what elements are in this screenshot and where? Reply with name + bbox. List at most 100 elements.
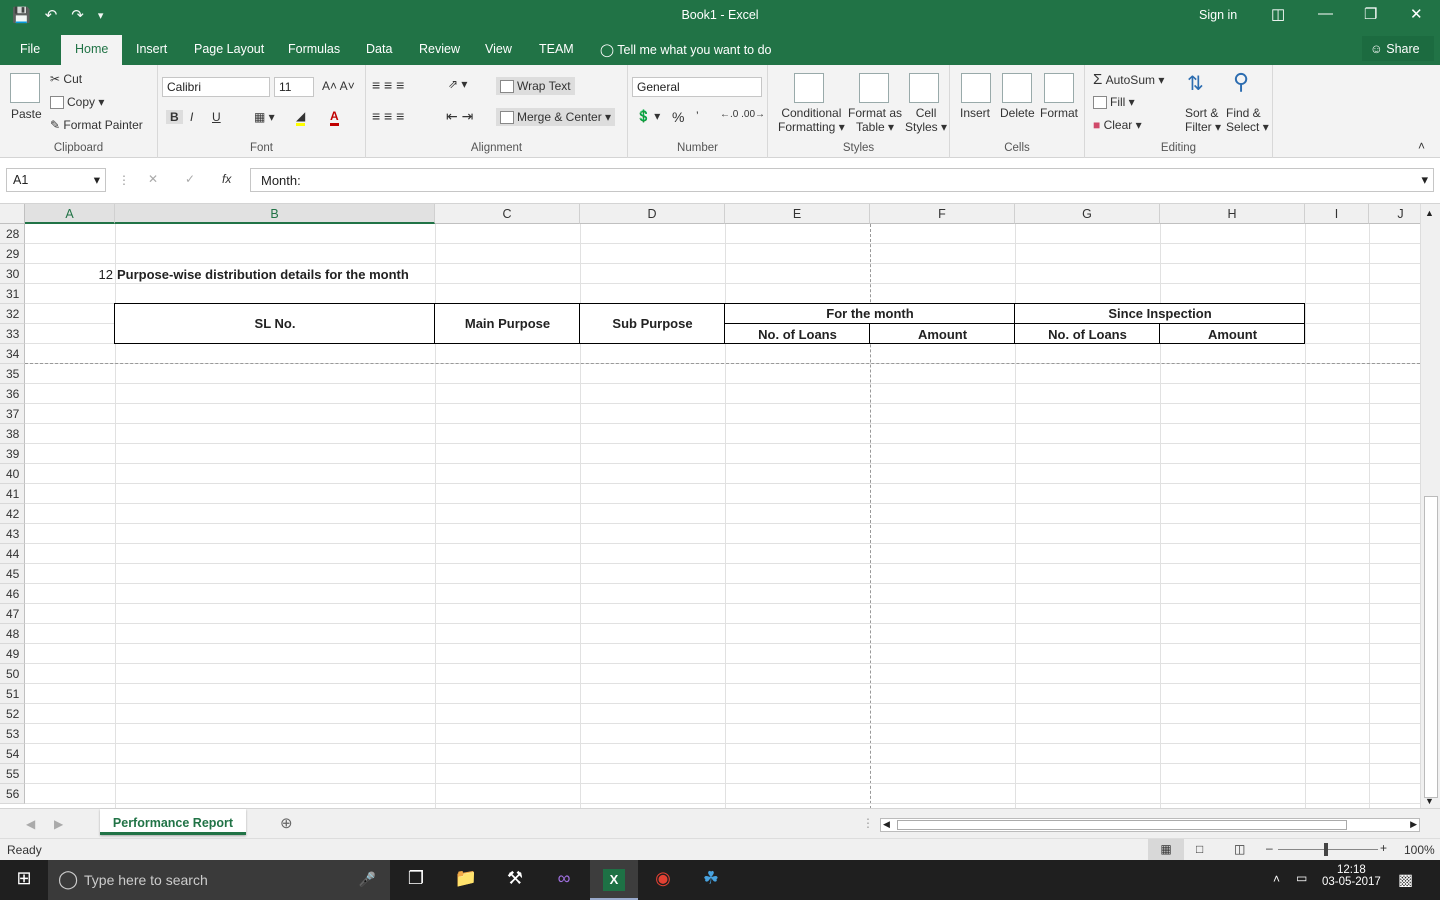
align-left-icon[interactable]: ≡ ≡ ≡: [372, 108, 404, 124]
row-header[interactable]: 28: [0, 224, 25, 244]
scroll-right-icon[interactable]: ▶: [1410, 819, 1417, 830]
sort-filter-icon[interactable]: ⇅: [1187, 71, 1204, 96]
tell-me-box[interactable]: ◯ Tell me what you want to do: [600, 42, 772, 57]
row-header[interactable]: 38: [0, 424, 25, 444]
row-header[interactable]: 29: [0, 244, 25, 264]
zoom-level[interactable]: 100%: [1404, 843, 1435, 857]
share-button[interactable]: ☺ Share: [1362, 36, 1434, 61]
scroll-down-icon[interactable]: ▼: [1425, 796, 1434, 806]
column-header-g[interactable]: G: [1015, 204, 1160, 224]
cell-styles-button[interactable]: Cell Styles ▾: [905, 106, 947, 134]
column-header-i[interactable]: I: [1305, 204, 1369, 224]
cell-since-inspection[interactable]: Since Inspection: [1015, 306, 1305, 321]
chrome-icon[interactable]: ◉: [651, 868, 675, 892]
page-layout-view-icon[interactable]: □: [1196, 842, 1203, 856]
row-header[interactable]: 47: [0, 604, 25, 624]
row-header[interactable]: 49: [0, 644, 25, 664]
page-break-view-icon[interactable]: ◫: [1234, 842, 1245, 856]
cell-sub-purpose[interactable]: Sub Purpose: [580, 316, 725, 331]
column-header-e[interactable]: E: [725, 204, 870, 224]
underline-button[interactable]: U: [212, 110, 221, 124]
paste-icon[interactable]: [10, 73, 40, 103]
cell-for-the-month[interactable]: For the month: [725, 306, 1015, 321]
wrap-text-button[interactable]: Wrap Text: [496, 77, 575, 96]
horizontal-scroll-thumb[interactable]: [897, 820, 1347, 830]
orientation-icon[interactable]: ⇗ ▾: [448, 77, 467, 91]
column-header-h[interactable]: H: [1160, 204, 1305, 224]
tab-team[interactable]: TEAM: [539, 42, 574, 56]
expand-formula-icon[interactable]: ▾: [1421, 172, 1428, 188]
tab-review[interactable]: Review: [419, 42, 460, 56]
insert-function-button[interactable]: fx: [222, 172, 231, 186]
row-header[interactable]: 51: [0, 684, 25, 704]
italic-button[interactable]: I: [190, 110, 193, 124]
ribbon-display-icon[interactable]: ◫: [1271, 5, 1285, 23]
cell-amount-inspection[interactable]: Amount: [1160, 327, 1305, 342]
insert-cells-button[interactable]: Insert: [960, 106, 990, 120]
row-header[interactable]: 46: [0, 584, 25, 604]
font-name-select[interactable]: Calibri: [162, 77, 270, 97]
next-sheet-icon[interactable]: ▶: [54, 817, 63, 831]
clock[interactable]: 12:18 03-05-2017: [1322, 864, 1381, 888]
tab-file[interactable]: File: [20, 42, 40, 56]
column-header-d[interactable]: D: [580, 204, 725, 224]
normal-view-icon[interactable]: ▦: [1148, 839, 1184, 860]
merge-center-button[interactable]: Merge & Center ▾: [496, 108, 616, 127]
column-header-b[interactable]: B: [115, 204, 435, 224]
row-header[interactable]: 36: [0, 384, 25, 404]
zoom-slider[interactable]: [1278, 849, 1378, 850]
conditional-formatting-button[interactable]: Conditional Formatting ▾: [778, 106, 845, 134]
column-header-a[interactable]: A: [25, 204, 115, 224]
format-as-table-button[interactable]: Format as Table ▾: [848, 106, 902, 134]
conditional-formatting-icon[interactable]: [794, 73, 824, 103]
row-header[interactable]: 53: [0, 724, 25, 744]
visual-studio-icon[interactable]: ∞: [552, 868, 576, 892]
autosum-button[interactable]: Σ AutoSum ▾: [1093, 71, 1164, 88]
row-header[interactable]: 54: [0, 744, 25, 764]
paste-button[interactable]: Paste: [11, 107, 42, 121]
formula-input[interactable]: Month: ▾: [250, 168, 1434, 192]
cut-button[interactable]: ✂ Cut: [50, 72, 82, 86]
cell-amount-month[interactable]: Amount: [870, 327, 1015, 342]
number-format-select[interactable]: General: [632, 77, 762, 97]
cell-a30[interactable]: 12: [25, 267, 113, 282]
grow-font-icon[interactable]: A˄ A˅: [322, 79, 355, 93]
row-header[interactable]: 56: [0, 784, 25, 804]
minimize-icon[interactable]: —: [1318, 5, 1333, 22]
tab-split-icon[interactable]: ⋮: [862, 816, 874, 830]
find-select-icon[interactable]: ⚲: [1233, 69, 1249, 95]
name-box[interactable]: A1 ▾: [6, 168, 106, 192]
vertical-scrollbar[interactable]: ▲ ▼: [1420, 204, 1440, 808]
row-header[interactable]: 43: [0, 524, 25, 544]
row-header[interactable]: 41: [0, 484, 25, 504]
decimal-icon[interactable]: ←.0 .00→: [720, 109, 765, 120]
cell-sl-no[interactable]: SL No.: [115, 316, 435, 331]
align-top-icon[interactable]: ≡ ≡ ≡: [372, 77, 404, 93]
tab-data[interactable]: Data: [366, 42, 392, 56]
tab-view[interactable]: View: [485, 42, 512, 56]
cell-main-purpose[interactable]: Main Purpose: [435, 316, 580, 331]
row-header[interactable]: 34: [0, 344, 25, 364]
comma-icon[interactable]: ’: [696, 109, 699, 123]
name-box-dropdown-icon[interactable]: ▾: [94, 172, 100, 187]
select-all-corner[interactable]: [0, 204, 25, 224]
vertical-scroll-thumb[interactable]: [1424, 496, 1438, 798]
column-header-j[interactable]: J: [1369, 204, 1420, 224]
row-header[interactable]: 39: [0, 444, 25, 464]
fill-button[interactable]: Fill ▾: [1093, 95, 1135, 110]
font-size-select[interactable]: 11: [274, 77, 314, 97]
column-header-f[interactable]: F: [870, 204, 1015, 224]
row-header[interactable]: 35: [0, 364, 25, 384]
sort-filter-button[interactable]: Sort & Filter ▾: [1185, 106, 1221, 134]
copy-button[interactable]: Copy ▾: [50, 95, 104, 110]
microphone-icon[interactable]: 🎤: [359, 871, 376, 888]
clear-button[interactable]: ■ Clear ▾: [1093, 118, 1142, 132]
row-header[interactable]: 42: [0, 504, 25, 524]
zoom-out-icon[interactable]: –: [1266, 841, 1273, 855]
fill-color-icon[interactable]: ◢: [296, 109, 306, 126]
sheet-tab-performance-report[interactable]: Performance Report: [100, 809, 246, 835]
new-sheet-icon[interactable]: ⊕: [280, 814, 293, 832]
tab-formulas[interactable]: Formulas: [288, 42, 340, 56]
row-header[interactable]: 50: [0, 664, 25, 684]
delete-cells-button[interactable]: Delete: [1000, 106, 1035, 120]
